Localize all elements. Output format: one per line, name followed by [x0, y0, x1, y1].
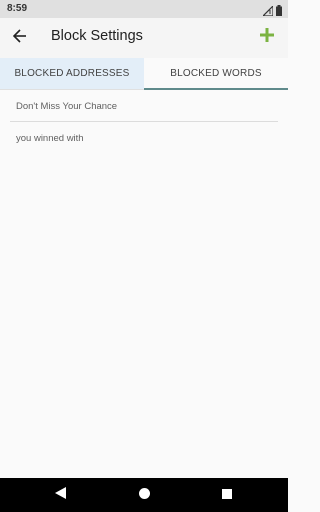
add-blocked-word-button[interactable]: [256, 26, 278, 48]
page-title: Block Settings: [51, 28, 143, 44]
recents-square-icon: [222, 486, 232, 504]
list-item[interactable]: Don't Miss Your Chance: [0, 90, 288, 122]
app-bar: Block Settings: [0, 18, 288, 58]
nav-back-button[interactable]: [52, 487, 68, 503]
home-circle-icon: [138, 486, 150, 504]
nav-recents-button[interactable]: [219, 487, 235, 503]
tab-blocked-addresses[interactable]: BLOCKED ADDRESSES: [0, 58, 144, 89]
list-item[interactable]: you winned with: [0, 122, 288, 154]
back-triangle-icon: [54, 486, 66, 504]
tab-label: BLOCKED WORDS: [170, 68, 262, 79]
blocked-word-text: Don't Miss Your Chance: [16, 100, 118, 112]
status-bar: 8:59: [0, 0, 288, 18]
tab-blocked-words[interactable]: BLOCKED WORDS: [144, 58, 288, 90]
nav-home-button[interactable]: [136, 487, 152, 503]
tab-label: BLOCKED ADDRESSES: [14, 68, 130, 79]
blocked-words-list: Don't Miss Your Chance you winned with: [0, 90, 288, 154]
blocked-word-text: you winned with: [16, 132, 84, 144]
arrow-left-icon: [12, 28, 27, 48]
status-time: 8:59: [7, 3, 28, 14]
back-button[interactable]: [8, 26, 32, 50]
tab-bar: BLOCKED ADDRESSES BLOCKED WORDS: [0, 58, 288, 90]
plus-icon: [260, 27, 274, 47]
system-nav-bar: [0, 478, 288, 512]
